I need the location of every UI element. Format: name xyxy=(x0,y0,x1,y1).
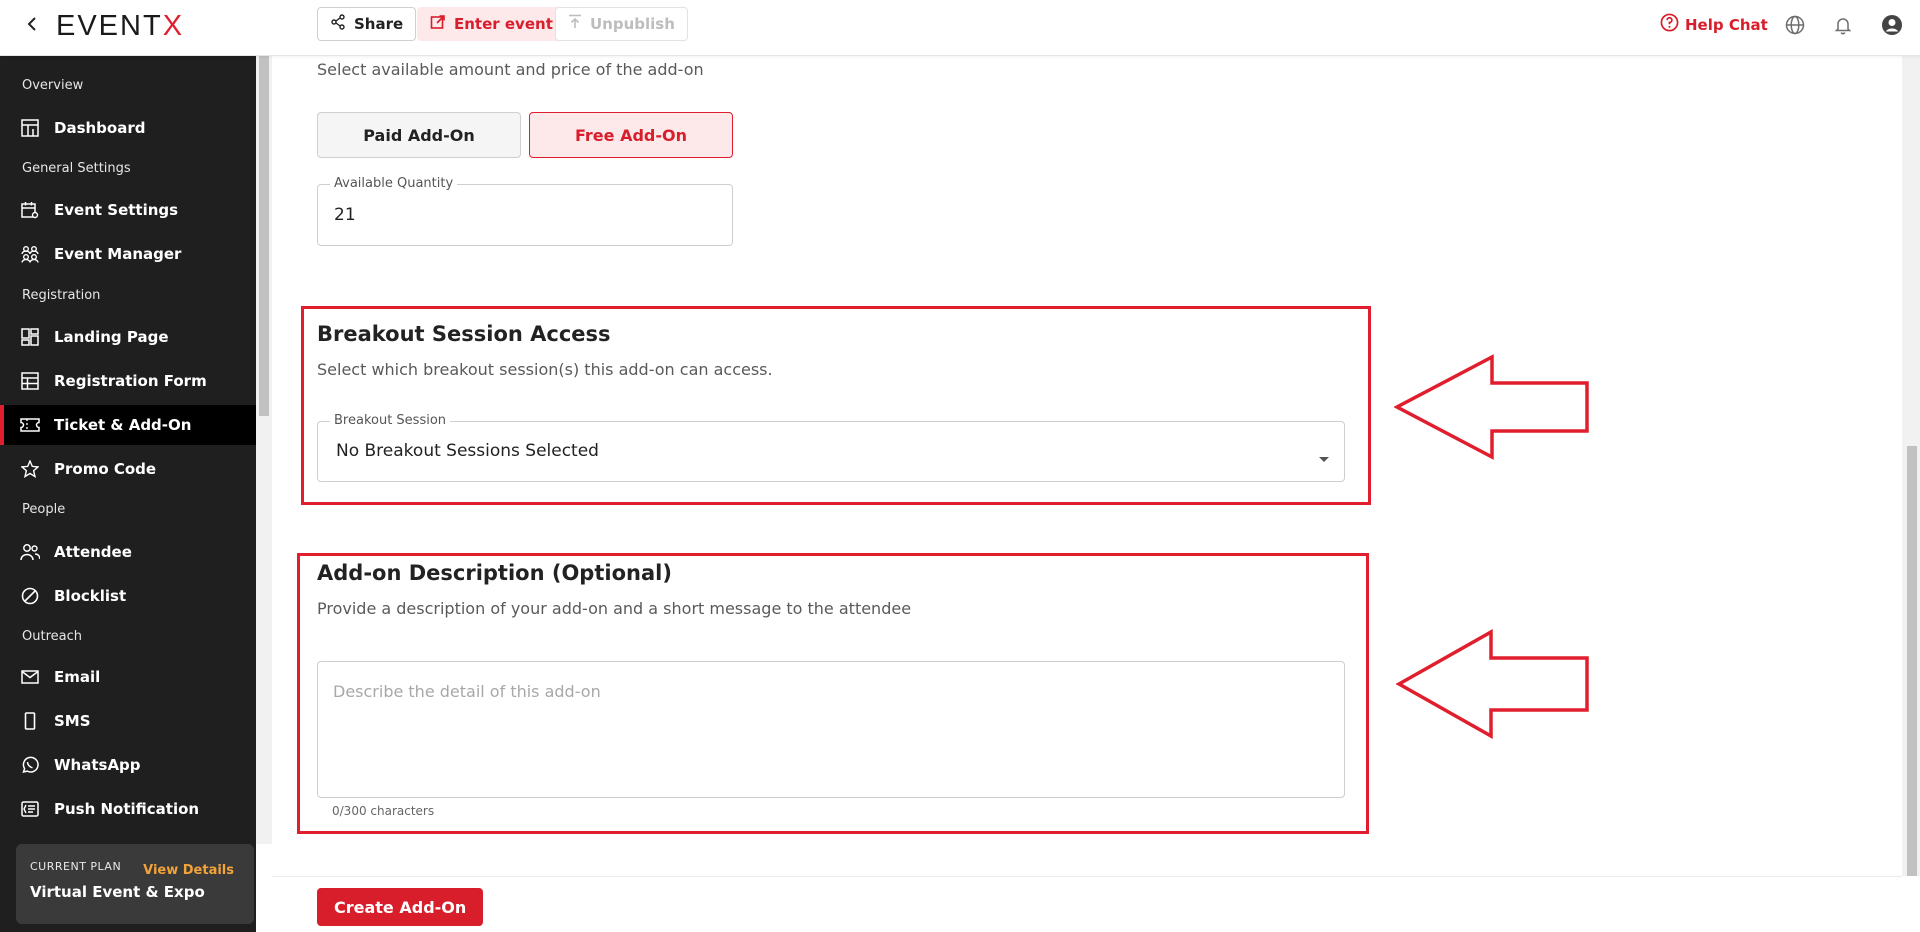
calendar-settings-icon xyxy=(20,200,40,220)
sidebar-item-ticket-addon[interactable]: Ticket & Add-On xyxy=(0,405,256,445)
sidebar-item-promo-code[interactable]: Promo Code xyxy=(0,449,256,489)
section-outreach: Outreach xyxy=(22,629,82,644)
help-chat-button[interactable]: Help Chat xyxy=(1660,13,1768,36)
available-quantity-field[interactable]: Available Quantity 21 xyxy=(317,176,733,246)
star-icon xyxy=(20,459,40,479)
sidebar-item-dashboard[interactable]: Dashboard xyxy=(0,108,256,148)
sidebar-item-registration-form[interactable]: Registration Form xyxy=(0,361,256,401)
sidebar-item-event-manager[interactable]: Event Manager xyxy=(0,234,256,274)
sidebar-item-sms[interactable]: SMS xyxy=(0,701,256,741)
share-icon xyxy=(330,14,346,34)
unpublish-label: Unpublish xyxy=(590,15,675,33)
account-icon[interactable] xyxy=(1881,14,1903,36)
sidebar-item-event-settings[interactable]: Event Settings xyxy=(0,190,256,230)
field-label: Available Quantity xyxy=(330,176,458,191)
sidebar-item-label: Blocklist xyxy=(54,587,127,605)
sidebar-item-label: Event Manager xyxy=(54,245,182,263)
sidebar-item-label: Email xyxy=(54,668,101,686)
sidebar-scrollbar[interactable] xyxy=(256,56,272,844)
block-icon xyxy=(20,586,40,606)
eventx-logo[interactable]: EVENTX xyxy=(56,10,184,43)
sidebar-item-label: SMS xyxy=(54,712,91,730)
free-addon-option[interactable]: Free Add-On xyxy=(529,112,733,158)
sidebar-item-label: Push Notification xyxy=(54,800,200,818)
share-button[interactable]: Share xyxy=(317,7,417,41)
sidebar-item-label: Promo Code xyxy=(54,460,157,478)
annotation-arrow-description xyxy=(1396,629,1589,739)
enter-event-label: Enter event xyxy=(454,15,553,33)
sidebar-item-whatsapp[interactable]: WhatsApp xyxy=(0,745,256,785)
bell-icon[interactable] xyxy=(1832,14,1854,36)
sidebar: Overview Dashboard General Settings Even… xyxy=(0,56,256,932)
top-bar: EVENTX Share Enter event Unpublish Help … xyxy=(0,0,1920,56)
section-general-settings: General Settings xyxy=(22,161,131,176)
sidebar-item-label: Attendee xyxy=(54,543,132,561)
main-scrollbar[interactable] xyxy=(1902,56,1920,876)
section-people: People xyxy=(22,502,66,517)
form-footer xyxy=(272,876,1902,932)
sidebar-item-label: Landing Page xyxy=(54,328,169,346)
sidebar-scrollbar-thumb[interactable] xyxy=(259,56,269,416)
push-notification-icon xyxy=(20,799,40,819)
highlight-box-description xyxy=(297,553,1369,834)
sidebar-item-label: Event Settings xyxy=(54,201,179,219)
unpublish-button[interactable]: Unpublish xyxy=(555,7,688,41)
pricing-subtitle: Select available amount and price of the… xyxy=(317,60,704,79)
phone-icon xyxy=(20,711,40,731)
sidebar-item-label: Registration Form xyxy=(54,372,207,390)
paid-addon-option[interactable]: Paid Add-On xyxy=(317,112,521,158)
enter-event-button[interactable]: Enter event xyxy=(417,7,566,41)
help-chat-label: Help Chat xyxy=(1685,15,1768,34)
sidebar-item-attendee[interactable]: Attendee xyxy=(0,532,256,572)
mail-icon xyxy=(20,667,40,687)
sidebar-item-blocklist[interactable]: Blocklist xyxy=(0,576,256,616)
upload-icon xyxy=(568,14,582,34)
view-details-link[interactable]: View Details xyxy=(143,863,234,878)
share-label: Share xyxy=(354,15,404,33)
layout-icon xyxy=(20,327,40,347)
help-circle-icon xyxy=(1660,13,1679,36)
sidebar-item-landing-page[interactable]: Landing Page xyxy=(0,317,256,357)
team-icon xyxy=(20,244,40,264)
sidebar-item-push-notification[interactable]: Push Notification xyxy=(0,789,256,829)
section-registration: Registration xyxy=(22,288,101,303)
main-scrollbar-thumb[interactable] xyxy=(1907,446,1917,876)
back-arrow-icon[interactable] xyxy=(22,14,42,34)
table-icon xyxy=(20,371,40,391)
plan-name: Virtual Event & Expo xyxy=(30,883,205,901)
whatsapp-icon xyxy=(20,755,40,775)
globe-icon[interactable] xyxy=(1784,14,1806,36)
current-plan-card: CURRENT PLAN View Details Virtual Event … xyxy=(16,844,254,924)
people-icon xyxy=(20,542,40,562)
annotation-arrow-breakout xyxy=(1394,354,1589,460)
sidebar-item-email[interactable]: Email xyxy=(0,657,256,697)
highlight-box-breakout xyxy=(301,306,1371,505)
quantity-value: 21 xyxy=(334,205,356,225)
ticket-icon xyxy=(20,415,40,435)
section-overview: Overview xyxy=(22,78,84,93)
sidebar-item-label: Ticket & Add-On xyxy=(54,416,192,434)
dashboard-icon xyxy=(20,118,40,138)
create-addon-button[interactable]: Create Add-On xyxy=(317,888,484,926)
sidebar-item-label: Dashboard xyxy=(54,119,146,137)
sidebar-item-label: WhatsApp xyxy=(54,756,141,774)
external-link-icon xyxy=(430,14,446,34)
